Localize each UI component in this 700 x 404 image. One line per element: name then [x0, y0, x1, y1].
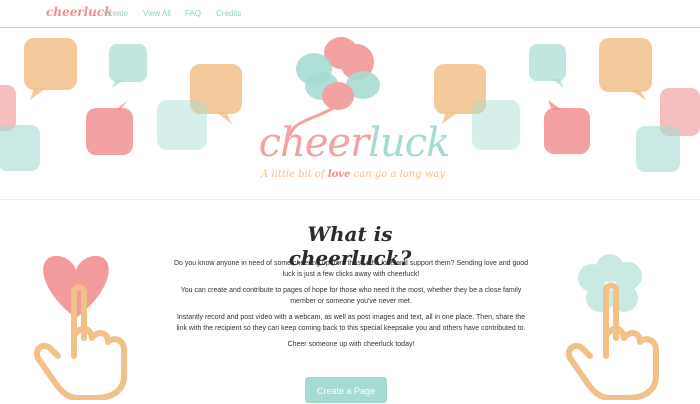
speech-bubble-icon [636, 126, 680, 172]
create-page-button[interactable]: Create a Page [305, 377, 387, 403]
speech-bubble-icon [472, 100, 520, 150]
speech-bubble-icon [157, 100, 207, 150]
speech-bubble-icon [544, 100, 590, 154]
nav-link-credits[interactable]: Credits [216, 9, 241, 18]
nav-link-faq[interactable]: FAQ [185, 9, 201, 18]
hero-tagline: A little bit of love can go a long way [261, 169, 445, 180]
speech-bubble-icon [529, 44, 566, 88]
intro-text: Do you know anyone in need of some cheer… [172, 258, 530, 355]
intro-paragraph: You can create and contribute to pages o… [180, 287, 522, 305]
hero-banner: cheerluck A little bit of love can go a … [0, 28, 700, 200]
speech-bubble-icon [0, 125, 40, 171]
heart-hand-illustration [34, 255, 127, 400]
nav-link-view-all[interactable]: View All [143, 9, 171, 18]
speech-bubble-icon [86, 100, 133, 155]
intro-paragraph: Do you know anyone in need of some cheer… [173, 260, 529, 278]
intro-paragraph: Instantly record and post video with a w… [176, 314, 526, 332]
speech-bubble-icon [0, 85, 16, 131]
nav-link-create[interactable]: Create [104, 9, 128, 18]
intro-paragraph: Cheer someone up with cheerluck today! [287, 341, 415, 348]
top-navbar: cheerluck Create View All FAQ Credits [0, 0, 700, 28]
speech-bubble-icon [109, 44, 147, 88]
speech-bubble-icon [24, 38, 77, 100]
hero-logo-wordmark: cheerluck [258, 120, 451, 166]
clover-hand-illustration [566, 254, 659, 400]
speech-bubble-icon [599, 38, 652, 100]
brand-logo-link[interactable]: cheerluck [46, 5, 113, 19]
